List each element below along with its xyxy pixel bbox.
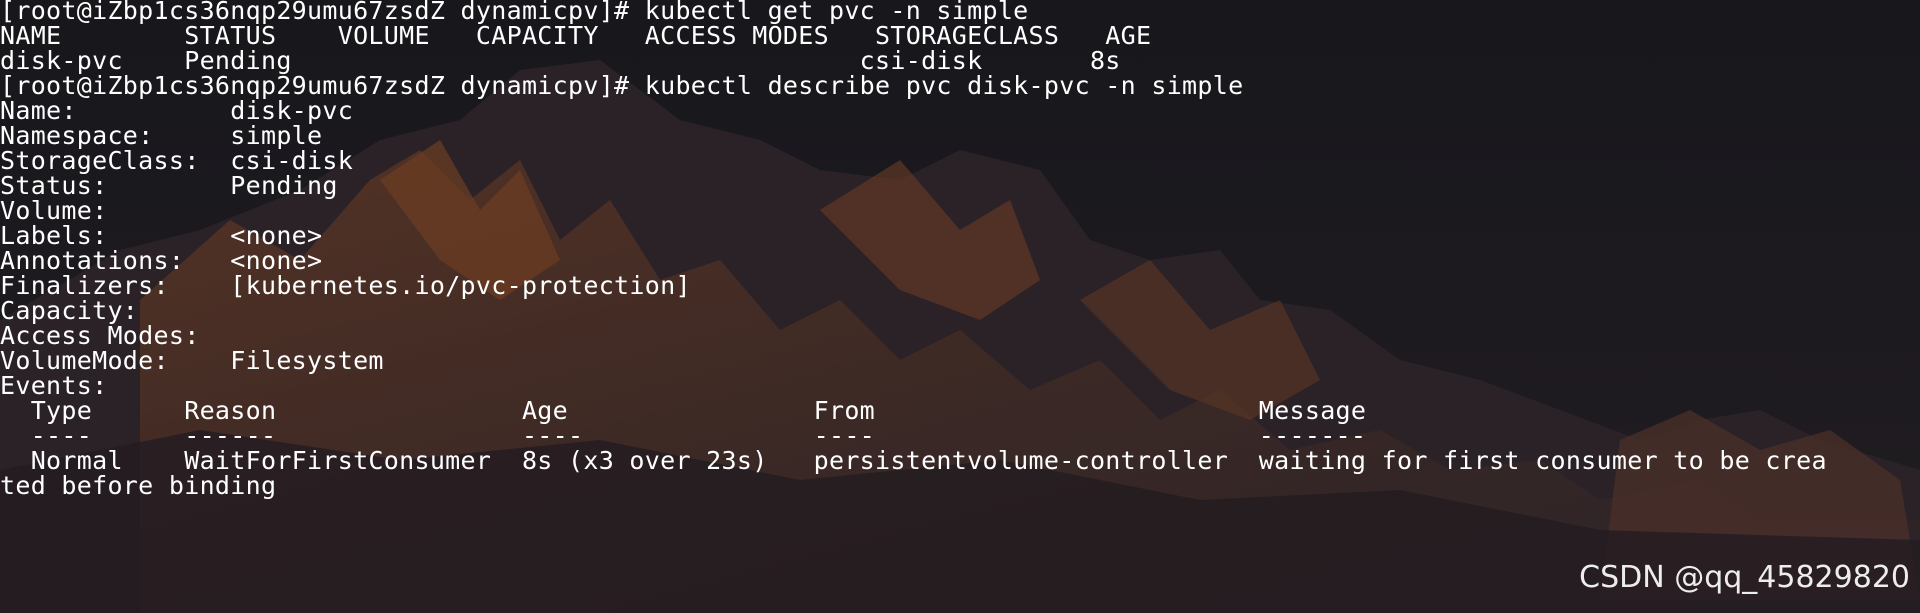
terminal-output: [root@iZbp1cs36nqp29umu67zsdZ dynamicpv]… — [0, 0, 1920, 613]
csdn-watermark: CSDN @qq_45829820 — [1579, 560, 1910, 595]
events-row-wrapped-text: ted before binding — [0, 471, 277, 500]
